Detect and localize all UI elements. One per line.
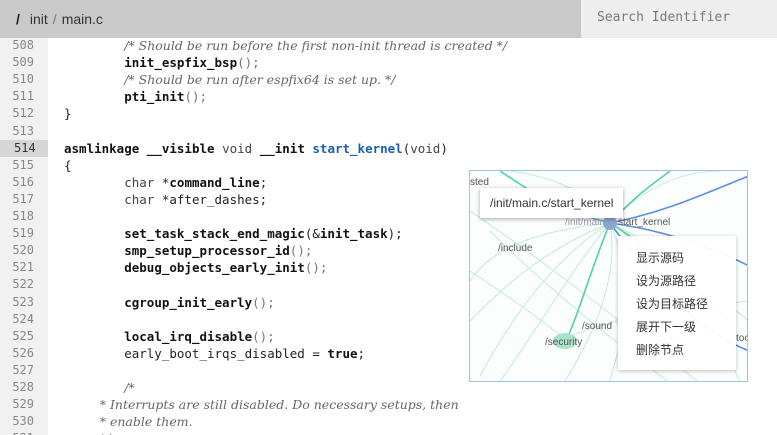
menu-item-set-source-path[interactable]: 设为源路径 xyxy=(636,272,696,289)
code-text: /* xyxy=(124,380,135,395)
line-number[interactable]: 523 xyxy=(0,294,34,311)
code-text: smp_setup_processor_id(); xyxy=(124,243,313,259)
breadcrumb-item-file[interactable]: main.c xyxy=(62,11,103,27)
code-text: * enable them. xyxy=(64,414,193,430)
menu-item-delete-node[interactable]: 删除节点 xyxy=(636,341,684,358)
code-text: /* Should be run before the first non-in… xyxy=(124,38,508,53)
menu-item-show-source[interactable]: 显示源码 xyxy=(636,249,684,266)
code-text: local_irq_disable(); xyxy=(124,328,275,344)
line-number[interactable]: 508 xyxy=(0,38,34,54)
code-text: char *command_line; xyxy=(124,174,268,190)
code-text: cgroup_init_early(); xyxy=(124,294,275,310)
line-number[interactable]: 524 xyxy=(0,311,34,328)
line-number[interactable]: 525 xyxy=(0,328,34,345)
line-number[interactable]: 516 xyxy=(0,174,34,191)
graph-label-sted: sted xyxy=(470,177,489,188)
line-number[interactable]: 512 xyxy=(0,105,34,122)
menu-item-expand-level[interactable]: 展开下一级 xyxy=(636,318,696,335)
graph-label-sound: /sound xyxy=(582,321,613,332)
code-line: 531 */ xyxy=(0,430,777,435)
code-text: init_espfix_bsp(); xyxy=(124,55,260,71)
line-number[interactable]: 520 xyxy=(0,242,34,259)
line-number[interactable]: 511 xyxy=(0,88,34,105)
breadcrumb-root[interactable]: / xyxy=(16,11,20,27)
breadcrumb: / init / main.c xyxy=(0,0,581,38)
line-number[interactable]: 515 xyxy=(0,157,34,174)
code-line: 510 /* Should be run after espfix64 is s… xyxy=(0,71,777,88)
line-number[interactable]: 521 xyxy=(0,259,34,276)
code-text: /* Should be run after espfix64 is set u… xyxy=(124,72,396,88)
line-number[interactable]: 531 xyxy=(0,430,34,435)
code-text: asmlinkage __visible void __init start_k… xyxy=(64,140,448,156)
code-text: debug_objects_early_init(); xyxy=(124,260,328,276)
graph-label-security: /security xyxy=(545,337,583,348)
code-line: 509 init_espfix_bsp(); xyxy=(0,54,777,71)
line-number[interactable]: 518 xyxy=(0,208,34,225)
line-number[interactable]: 517 xyxy=(0,191,34,208)
code-text: set_task_stack_end_magic(&init_task); xyxy=(124,226,403,242)
line-number[interactable]: 526 xyxy=(0,345,34,362)
code-text: char *after_dashes; xyxy=(124,191,268,207)
menu-item-set-target-path[interactable]: 设为目标路径 xyxy=(636,295,708,312)
line-number[interactable]: 522 xyxy=(0,276,34,293)
line-number[interactable]: 514 xyxy=(0,139,48,157)
graph-label-start-kernel: start_kernel xyxy=(618,217,671,228)
line-number[interactable]: 513 xyxy=(0,123,34,140)
code-line: 514 asmlinkage __visible void __init star… xyxy=(0,139,777,157)
code-line: 513 xyxy=(0,123,777,140)
line-number[interactable]: 519 xyxy=(0,225,34,242)
code-text: pti_init(); xyxy=(124,89,208,105)
graph-label-tools: tools xyxy=(736,333,747,344)
graph-label-include: /include xyxy=(498,243,533,254)
line-number[interactable]: 510 xyxy=(0,71,34,88)
code-text: { xyxy=(64,157,72,173)
line-number[interactable]: 527 xyxy=(0,362,34,379)
code-text: early_boot_irqs_disabled = true; xyxy=(64,345,366,361)
line-number[interactable]: 530 xyxy=(0,413,34,430)
code-line: 529 * Interrupts are still disabled. Do … xyxy=(0,396,777,413)
breadcrumb-item-init[interactable]: init xyxy=(30,11,48,27)
node-tooltip: /init/main.c/start_kernel xyxy=(480,188,624,218)
code-text: */ xyxy=(64,430,110,435)
line-number[interactable]: 529 xyxy=(0,396,34,413)
code-text: } xyxy=(64,106,72,122)
line-number[interactable]: 509 xyxy=(0,54,34,71)
code-line: 512} xyxy=(0,105,777,122)
code-line: 511 pti_init(); xyxy=(0,88,777,105)
search-identifier-input[interactable]: Search Identifier xyxy=(581,0,777,38)
graph-label-main: /init/main.c xyxy=(565,217,613,228)
code-text: * Interrupts are still disabled. Do nece… xyxy=(64,397,459,413)
code-line: 530 * enable them. xyxy=(0,413,777,430)
top-bar: / init / main.c Search Identifier xyxy=(0,0,777,38)
breadcrumb-separator: / xyxy=(52,11,57,27)
context-menu: 显示源码 设为源路径 设为目标路径 展开下一级 删除节点 xyxy=(618,236,736,370)
line-number[interactable]: 528 xyxy=(0,379,34,396)
code-line: 508 /* Should be run before the first no… xyxy=(0,38,777,54)
